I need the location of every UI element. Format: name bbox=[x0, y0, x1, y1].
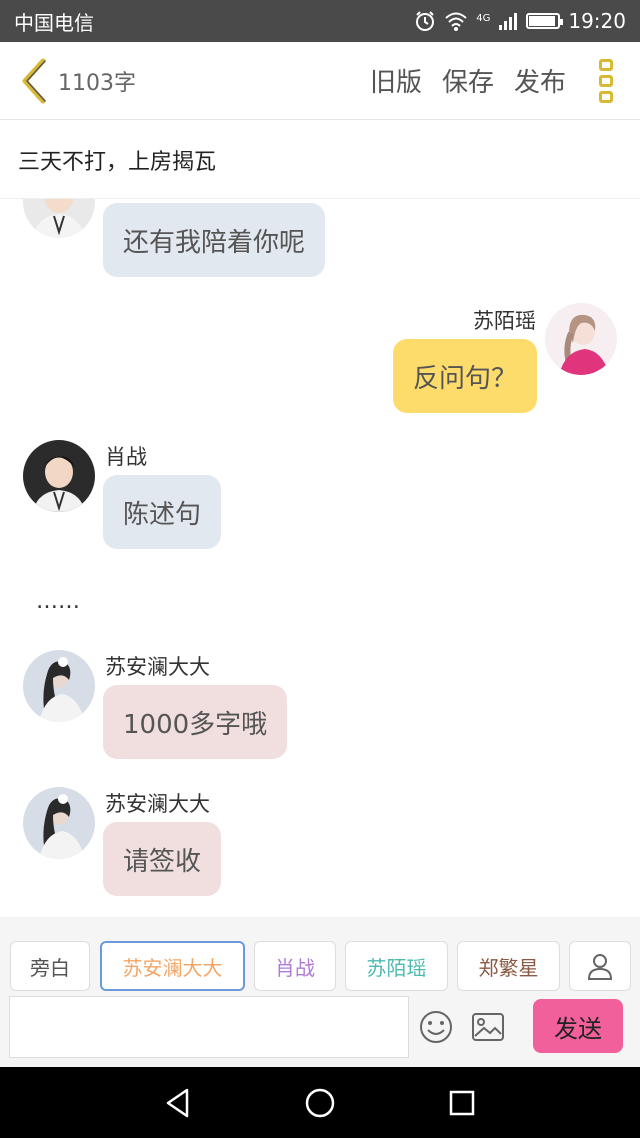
battery-icon bbox=[526, 13, 564, 29]
avatar-xiaozhan bbox=[23, 440, 95, 512]
message-input[interactable] bbox=[9, 996, 409, 1058]
story-title[interactable]: 三天不打，上房揭瓦 bbox=[0, 121, 640, 199]
avatar-sumoyao bbox=[545, 303, 617, 375]
role-tab-xiaozhan[interactable]: 肖战 bbox=[254, 941, 336, 991]
carrier-name: 中国电信 bbox=[14, 10, 94, 35]
network-type: 4G bbox=[476, 13, 491, 24]
image-icon bbox=[472, 1013, 504, 1041]
narration-text[interactable]: …… bbox=[36, 589, 80, 614]
back-triangle-icon bbox=[166, 1088, 189, 1118]
nav-home-button[interactable] bbox=[302, 1085, 338, 1121]
add-role-button[interactable] bbox=[569, 941, 631, 991]
sender-name: 苏陌瑶 bbox=[473, 309, 536, 333]
header-actions: 旧版 保存 发布 bbox=[370, 62, 566, 99]
system-nav-bar bbox=[0, 1067, 640, 1138]
back-button[interactable] bbox=[16, 56, 52, 106]
role-selector: 旁白 苏安澜大大 肖战 苏陌瑶 郑繁星 bbox=[0, 917, 640, 993]
role-tab-zhengfanxing[interactable]: 郑繁星 bbox=[457, 941, 560, 991]
role-tab-suanlan[interactable]: 苏安澜大大 bbox=[100, 941, 245, 991]
old-version-button[interactable]: 旧版 bbox=[370, 62, 422, 99]
role-tab-narration[interactable]: 旁白 bbox=[10, 941, 90, 991]
image-button[interactable] bbox=[470, 1009, 506, 1045]
chevron-left-icon bbox=[22, 58, 46, 103]
home-circle-icon bbox=[305, 1088, 335, 1118]
recents-square-icon bbox=[449, 1090, 475, 1116]
nav-recents-button[interactable] bbox=[444, 1085, 480, 1121]
avatar-suanlan bbox=[23, 650, 95, 722]
more-vertical-icon[interactable] bbox=[588, 56, 624, 106]
status-bar: 中国电信 4G 19:20 bbox=[0, 0, 640, 42]
clock: 19:20 bbox=[568, 9, 626, 33]
save-button[interactable]: 保存 bbox=[442, 62, 494, 99]
status-icons: 4G 19:20 bbox=[414, 9, 626, 33]
input-row: 发送 bbox=[0, 993, 640, 1067]
nav-back-button[interactable] bbox=[160, 1085, 196, 1121]
send-button[interactable]: 发送 bbox=[533, 999, 623, 1053]
message-bubble[interactable]: 陈述句 bbox=[103, 475, 222, 549]
avatar-xiaozhan bbox=[23, 199, 95, 238]
wifi-icon bbox=[445, 12, 467, 31]
chat-area[interactable]: 还有我陪着你呢 苏陌瑶 反问句？ 肖战 陈述句 …… 苏安澜大大 1000多字哦… bbox=[0, 199, 640, 917]
publish-button[interactable]: 发布 bbox=[514, 62, 566, 99]
message-bubble[interactable]: 还有我陪着你呢 bbox=[103, 203, 326, 277]
person-icon bbox=[587, 954, 613, 980]
role-tab-sumoyao[interactable]: 苏陌瑶 bbox=[345, 941, 448, 991]
avatar-suanlan bbox=[23, 787, 95, 859]
sender-name: 苏安澜大大 bbox=[105, 792, 210, 816]
word-count: 1103字 bbox=[58, 70, 136, 96]
sender-name: 苏安澜大大 bbox=[105, 655, 210, 679]
signal-icon bbox=[499, 13, 518, 30]
alarm-icon bbox=[416, 11, 435, 31]
message-bubble[interactable]: 1000多字哦 bbox=[103, 685, 288, 759]
message-bubble[interactable]: 请签收 bbox=[103, 822, 222, 896]
emoji-icon bbox=[420, 1011, 452, 1043]
sender-name: 肖战 bbox=[105, 445, 147, 469]
emoji-button[interactable] bbox=[418, 1009, 454, 1045]
message-bubble[interactable]: 反问句？ bbox=[392, 339, 537, 413]
editor-header: 1103字 旧版 保存 发布 bbox=[0, 42, 640, 120]
